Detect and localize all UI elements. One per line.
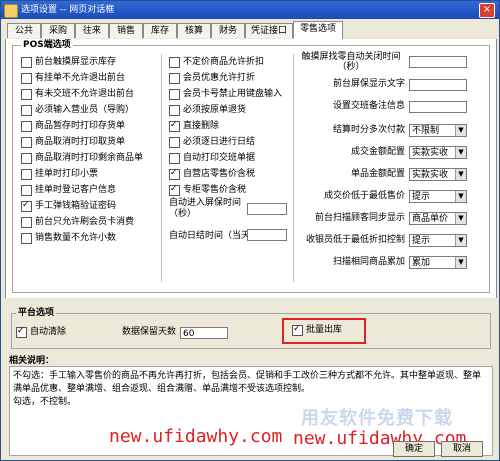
checkbox[interactable] — [21, 121, 32, 132]
checkbox[interactable] — [169, 73, 180, 84]
selected-value: 实款实收 — [412, 148, 449, 158]
selected-value: 提示 — [412, 192, 431, 202]
checkbox[interactable] — [21, 217, 32, 228]
checkbox[interactable] — [169, 57, 180, 68]
cashier-discount-label: 收银员低于最低折扣控制 — [305, 235, 405, 245]
checkbox[interactable] — [21, 153, 32, 164]
checkbox[interactable] — [169, 89, 180, 100]
item-amount-select[interactable]: 实款实收 ▼ — [409, 168, 467, 181]
column-divider — [161, 54, 162, 282]
below-min-price-select[interactable]: 提示 ▼ — [409, 190, 467, 203]
checkbox[interactable] — [21, 73, 32, 84]
cancel-button[interactable]: 取消 — [441, 441, 483, 457]
tab-accounts[interactable]: 往来 — [75, 23, 109, 38]
platform-group-label: 平台选项 — [16, 308, 57, 318]
cashier-discount-select[interactable]: 提示 ▼ — [409, 234, 467, 247]
title-bar: 选项设置 -- 网页对话框 × — [1, 1, 499, 19]
retail-options-panel: POS端选项 前台触摸屏显示库存 有挂单不允许退出前台 有未交班不允许退出前台 … — [5, 39, 497, 298]
tab-purchase[interactable]: 采购 — [41, 23, 75, 38]
tab-finance[interactable]: 财务 — [211, 23, 245, 38]
tab-sales[interactable]: 销售 — [109, 23, 143, 38]
chevron-down-icon[interactable]: ▼ — [455, 169, 466, 180]
selected-value: 实款实收 — [412, 170, 449, 180]
scan-accumulate-label: 扫描相同商品累加 — [332, 257, 405, 267]
checkbox[interactable] — [21, 105, 32, 116]
scan-accumulate-select[interactable]: 累加 ▼ — [409, 256, 467, 269]
checkbox[interactable] — [21, 89, 32, 100]
deal-amount-select[interactable]: 实款实收 ▼ — [409, 146, 467, 159]
checkbox[interactable] — [21, 57, 32, 68]
pos-options-group: POS端选项 前台触摸屏显示库存 有挂单不允许退出前台 有未交班不允许退出前台 … — [12, 40, 490, 293]
chevron-down-icon[interactable]: ▼ — [455, 257, 466, 268]
chevron-down-icon[interactable]: ▼ — [455, 213, 466, 224]
auto-close-time-input[interactable] — [247, 229, 287, 241]
chevron-down-icon[interactable]: ▼ — [455, 147, 466, 158]
checkbox[interactable] — [169, 153, 180, 164]
below-min-price-label: 成交价低于最低售价 — [323, 191, 405, 201]
close-button[interactable]: × — [479, 3, 495, 18]
tab-voucher-interface[interactable]: 凭证接口 — [245, 23, 293, 38]
column-divider — [293, 54, 294, 282]
checkbox[interactable] — [21, 137, 32, 148]
ok-button[interactable]: 确定 — [393, 441, 435, 457]
selected-value: 不限制 — [412, 126, 440, 136]
checkbox-checked[interactable] — [21, 199, 32, 212]
item-amount-label: 单品金额配置 — [350, 169, 405, 179]
platform-options-group: 平台选项 自动清除 数据保留天数 60 批量出库 — [11, 308, 491, 349]
customer-display-select[interactable]: 商品单价 ▼ — [409, 212, 467, 225]
tab-costing[interactable]: 核算 — [177, 23, 211, 38]
screensaver-text-input[interactable] — [409, 79, 467, 91]
retain-days-label: 数据保留天数 — [122, 327, 177, 337]
watermark-url: new.ufidawhy.com — [109, 426, 283, 447]
window-icon — [4, 4, 18, 18]
selected-value: 累加 — [412, 258, 431, 268]
checkbox[interactable] — [169, 105, 180, 116]
customer-display-label: 前台扫描顾客同步显示 — [314, 213, 405, 223]
screensaver-time-input[interactable] — [247, 203, 287, 215]
screensaver-text-label: 前台屏保显示文字 — [332, 79, 405, 89]
tab-retail-options[interactable]: 零售选项 — [293, 21, 343, 39]
checkbox[interactable] — [21, 233, 32, 244]
auto-close-time-label: 自动日结时间（当天） — [169, 231, 260, 241]
multi-payment-label: 结算时分多次付款 — [332, 125, 405, 135]
tab-inventory[interactable]: 库存 — [143, 23, 177, 38]
selected-value: 商品单价 — [412, 214, 449, 224]
multi-payment-select[interactable]: 不限制 ▼ — [409, 124, 467, 137]
checkbox-checked[interactable] — [169, 119, 180, 132]
tab-public[interactable]: 公共 — [7, 23, 41, 38]
watermark-cn: 用友软件免费下载 — [301, 408, 453, 429]
checkbox-checked[interactable] — [16, 325, 27, 338]
checkbox-checked[interactable] — [169, 167, 180, 180]
help-text: 不勾选：手工输入零售价的商品不再允许再打折，包括会员、促销和手工改价三种方式都不… — [13, 371, 482, 394]
touch-change-close-input[interactable] — [409, 56, 467, 68]
dialog-window: 选项设置 -- 网页对话框 × 公共 采购 往来 销售 库存 核算 财务 凭证接… — [0, 0, 500, 461]
touch-change-close-label: 触摸屏找零自动关闭时间（秒） — [301, 52, 401, 72]
retain-days-input[interactable]: 60 — [180, 327, 228, 339]
pos-group-label: POS端选项 — [21, 40, 73, 50]
help-title: 相关说明： — [9, 356, 55, 366]
checkbox[interactable] — [21, 185, 32, 196]
shift-note-label: 设置交班备注信息 — [332, 101, 405, 111]
shift-note-input[interactable] — [409, 101, 467, 113]
checkbox[interactable] — [169, 137, 180, 148]
screensaver-time-label: 自动进入屏保时间（秒） — [169, 198, 242, 219]
chevron-down-icon[interactable]: ▼ — [455, 235, 466, 246]
tab-strip: 公共 采购 往来 销售 库存 核算 财务 凭证接口 零售选项 — [5, 21, 495, 40]
deal-amount-label: 成交金额配置 — [350, 147, 405, 157]
selected-value: 提示 — [412, 236, 431, 246]
checkbox-checked[interactable] — [169, 183, 180, 196]
chevron-down-icon[interactable]: ▼ — [455, 125, 466, 136]
checkbox-checked[interactable] — [292, 323, 303, 336]
chevron-down-icon[interactable]: ▼ — [455, 191, 466, 202]
window-title: 选项设置 -- 网页对话框 — [21, 5, 115, 15]
checkbox[interactable] — [21, 169, 32, 180]
